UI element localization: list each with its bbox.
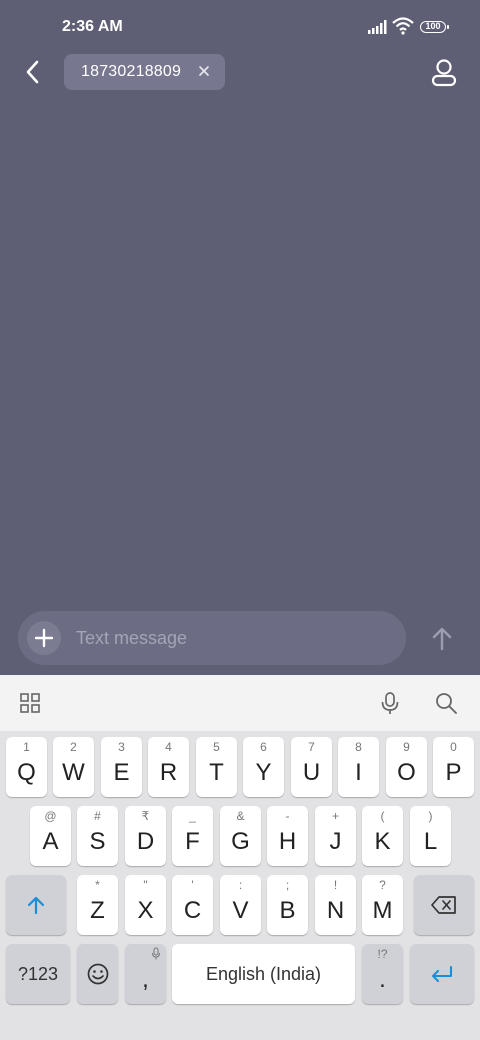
status-time: 2:36 AM (62, 18, 123, 35)
recipient-number: 18730218809 (81, 63, 182, 80)
key-i[interactable]: 8I (338, 737, 379, 797)
key-o[interactable]: 9O (386, 737, 427, 797)
emoji-key[interactable] (77, 944, 118, 1004)
status-bar: 2:36 AM 100 (0, 0, 480, 56)
emoji-icon (87, 963, 108, 985)
key-l[interactable]: ) L (410, 806, 451, 866)
key-m[interactable]: ? M (362, 875, 403, 935)
key-x[interactable]: " X (125, 875, 166, 935)
signal-icon (368, 20, 387, 34)
search-icon[interactable] (434, 691, 458, 715)
backspace-key[interactable] (414, 875, 474, 935)
wifi-icon (392, 17, 414, 35)
key-v[interactable]: :V (220, 875, 261, 935)
key-q[interactable]: 1Q (6, 737, 47, 797)
apps-grid-icon[interactable] (18, 691, 42, 715)
key-w[interactable]: 2W (53, 737, 94, 797)
key-y[interactable]: 6Y (243, 737, 284, 797)
keyboard-toolbar (0, 675, 480, 731)
send-button[interactable] (428, 625, 456, 653)
key-h[interactable]: -H (267, 806, 308, 866)
key-e[interactable]: 3E (101, 737, 142, 797)
symbols-key[interactable]: ?123 (6, 944, 70, 1004)
key-r[interactable]: 4R (148, 737, 189, 797)
key-k[interactable]: (K (362, 806, 403, 866)
comma-key[interactable]: , (125, 944, 166, 1004)
battery-icon: 100 (420, 21, 449, 33)
message-input[interactable] (76, 622, 386, 654)
space-key[interactable]: English (India) (172, 944, 355, 1004)
enter-icon (431, 965, 453, 983)
microphone-icon[interactable] (378, 691, 402, 715)
key-p[interactable]: 0P (433, 737, 474, 797)
key-g[interactable]: & G (220, 806, 261, 866)
back-button[interactable] (20, 58, 48, 86)
period-key[interactable]: !? . (362, 944, 403, 1004)
key-s[interactable]: # S (77, 806, 118, 866)
recipient-chip[interactable]: 18730218809 (64, 54, 225, 90)
key-f[interactable]: _ F (172, 806, 213, 866)
key-a[interactable]: @ A (30, 806, 71, 866)
key-n[interactable]: ! N (315, 875, 356, 935)
key-c[interactable]: ' C (172, 875, 213, 935)
key-z[interactable]: * Z (77, 875, 118, 935)
keyboard: 1Q 2W 3E 4R 5T 6Y 7U 8I 9O 0P @ A # S ₹ D _… (0, 675, 480, 1040)
contact-icon[interactable] (430, 58, 458, 88)
key-t[interactable]: 5T (196, 737, 237, 797)
backspace-icon (431, 896, 456, 914)
key-d[interactable]: ₹ D (125, 806, 166, 866)
enter-key[interactable] (410, 944, 474, 1004)
remove-recipient-icon[interactable] (197, 64, 211, 78)
mic-hint-icon (152, 947, 160, 960)
shift-arrow-icon (27, 896, 45, 915)
key-j[interactable]: + J (315, 806, 356, 866)
key-b[interactable]: ; B (267, 875, 308, 935)
compose-bar (18, 611, 406, 665)
key-u[interactable]: 7U (291, 737, 332, 797)
shift-key[interactable] (6, 875, 66, 935)
attach-button[interactable] (27, 621, 61, 655)
plus-icon (34, 628, 54, 648)
